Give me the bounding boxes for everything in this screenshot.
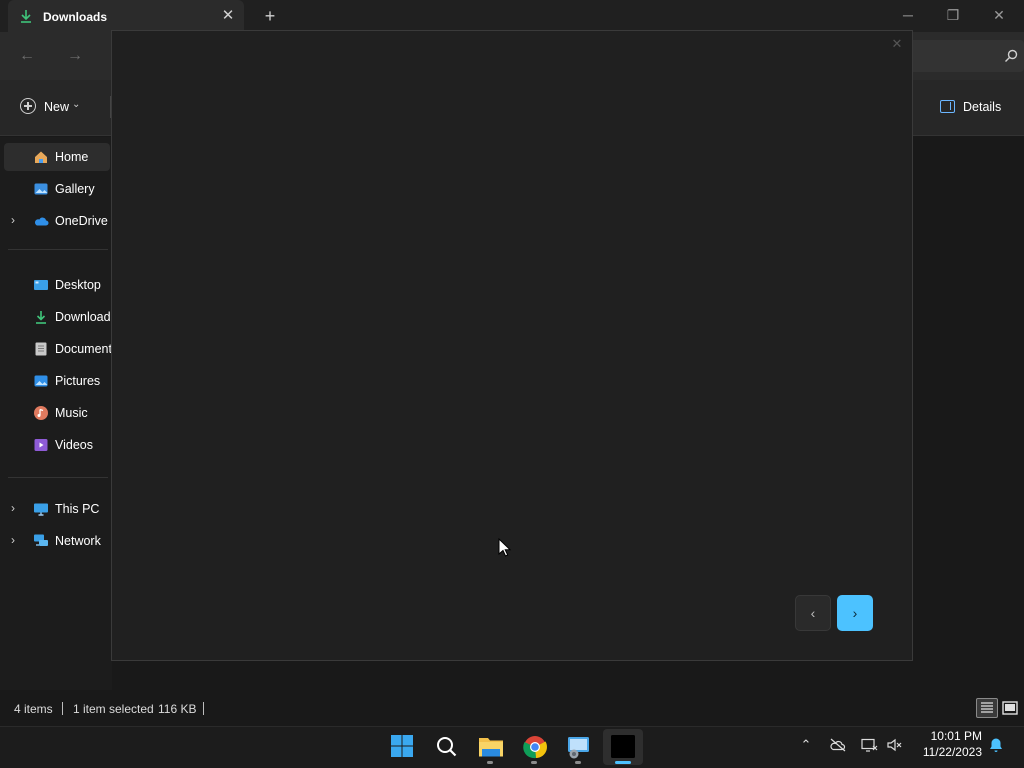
search-icon: [1003, 48, 1019, 64]
dialog-close-button[interactable]: ✕: [889, 36, 905, 52]
sidebar-item-music[interactable]: Music: [4, 399, 110, 427]
tab-downloads[interactable]: Downloads ✕: [8, 0, 244, 32]
sidebar-item-label: OneDrive: [55, 214, 108, 228]
chevron-right-icon[interactable]: ›: [11, 533, 15, 547]
videos-icon: [33, 437, 49, 453]
volume-muted-icon[interactable]: [886, 737, 904, 753]
onedrive-icon: [33, 213, 49, 229]
details-button-label: Details: [963, 100, 1002, 114]
search-icon[interactable]: [427, 729, 467, 765]
onedrive-offline-icon[interactable]: [829, 737, 847, 753]
plus-circle-icon: [20, 98, 36, 114]
chevron-right-icon[interactable]: ›: [11, 213, 15, 227]
sidebar-item-videos[interactable]: Videos: [4, 431, 110, 459]
remote-desktop-icon[interactable]: [559, 729, 599, 765]
network-icon: [33, 533, 49, 549]
sidebar-item-gallery[interactable]: Gallery: [4, 175, 110, 203]
clock-time[interactable]: 10:01 PM: [928, 729, 982, 743]
sidebar-item-onedrive[interactable]: › OneDrive: [4, 207, 110, 235]
selection-count: 1 item selected: [73, 702, 154, 716]
sidebar-item-label: Desktop: [55, 278, 101, 292]
sidebar-item-downloads[interactable]: Downloads: [4, 303, 117, 331]
status-separator: [203, 702, 204, 715]
downloads-icon: [33, 309, 49, 325]
sidebar-divider: [8, 249, 108, 250]
sidebar-item-label: Network: [55, 534, 101, 548]
desktop-icon: [33, 277, 49, 293]
sidebar-item-home[interactable]: Home: [4, 143, 110, 171]
running-indicator: [531, 761, 537, 764]
sidebar-item-label: Documents: [55, 342, 119, 356]
start-icon[interactable]: [382, 729, 422, 765]
details-pane-icon: [940, 100, 955, 113]
clock-date[interactable]: 11/22/2023: [912, 745, 982, 759]
running-indicator: [575, 761, 581, 764]
forward-button[interactable]: →: [63, 45, 87, 67]
details-view-icon[interactable]: [976, 698, 998, 718]
file-explorer-icon[interactable]: [471, 729, 511, 765]
details-button[interactable]: Details: [932, 92, 1012, 122]
sidebar-item-desktop[interactable]: Desktop: [4, 271, 110, 299]
tab-close-button[interactable]: ✕: [220, 7, 236, 25]
sidebar-item-network[interactable]: › Network: [4, 527, 110, 555]
running-indicator: [487, 761, 493, 764]
restore-button[interactable]: ❐: [930, 0, 976, 30]
sidebar-divider: [8, 477, 108, 478]
large-icons-view-icon[interactable]: [1000, 698, 1020, 718]
sidebar-item-label: Gallery: [55, 182, 95, 196]
sidebar-item-label: Home: [55, 150, 89, 164]
active-app-indicator: [615, 761, 631, 764]
chevron-down-icon: ⌄: [72, 99, 81, 110]
sidebar-item-label: Downloads: [55, 310, 117, 324]
pictures-icon: [33, 373, 49, 389]
status-separator: [62, 702, 63, 715]
sidebar-item-pictures[interactable]: Pictures: [4, 367, 110, 395]
gallery-icon: [33, 181, 49, 197]
next-button[interactable]: ›: [837, 595, 873, 631]
sidebar-item-label: This PC: [55, 502, 100, 516]
mouse-cursor-icon: [498, 537, 512, 558]
sidebar-item-label: Music: [55, 406, 88, 420]
terminal-icon[interactable]: [603, 729, 643, 765]
sidebar-item-documents[interactable]: Documents: [4, 335, 118, 363]
chevron-right-icon[interactable]: ›: [11, 501, 15, 515]
this-pc-icon: [33, 501, 49, 517]
new-button-label: New: [44, 100, 70, 114]
modal-dialog: [111, 30, 913, 661]
download-arrow-icon: [18, 8, 34, 24]
music-icon: [33, 405, 49, 421]
sidebar-item-label: Videos: [55, 438, 93, 452]
home-icon: [33, 149, 49, 165]
documents-icon: [33, 341, 49, 357]
back-button[interactable]: ←: [15, 45, 39, 67]
selection-size: 116 KB: [158, 702, 197, 716]
close-window-button[interactable]: ✕: [976, 0, 1022, 30]
tab-title: Downloads: [43, 10, 108, 24]
sidebar-item-this-pc[interactable]: › This PC: [4, 495, 110, 523]
notification-bell-icon[interactable]: [987, 736, 1005, 752]
network-status-icon[interactable]: [860, 737, 878, 753]
new-tab-button[interactable]: +: [260, 5, 280, 27]
navigation-pane: Home Gallery › OneDrive Desktop Download…: [0, 137, 118, 690]
show-hidden-icons-chevron-icon[interactable]: ⌃: [797, 737, 815, 753]
new-button[interactable]: New ⌄: [14, 92, 100, 122]
previous-button[interactable]: ‹: [795, 595, 831, 631]
chrome-icon[interactable]: [515, 729, 555, 765]
minimize-button[interactable]: ─: [885, 0, 931, 30]
sidebar-item-label: Pictures: [55, 374, 101, 388]
item-count: 4 items: [14, 702, 53, 716]
